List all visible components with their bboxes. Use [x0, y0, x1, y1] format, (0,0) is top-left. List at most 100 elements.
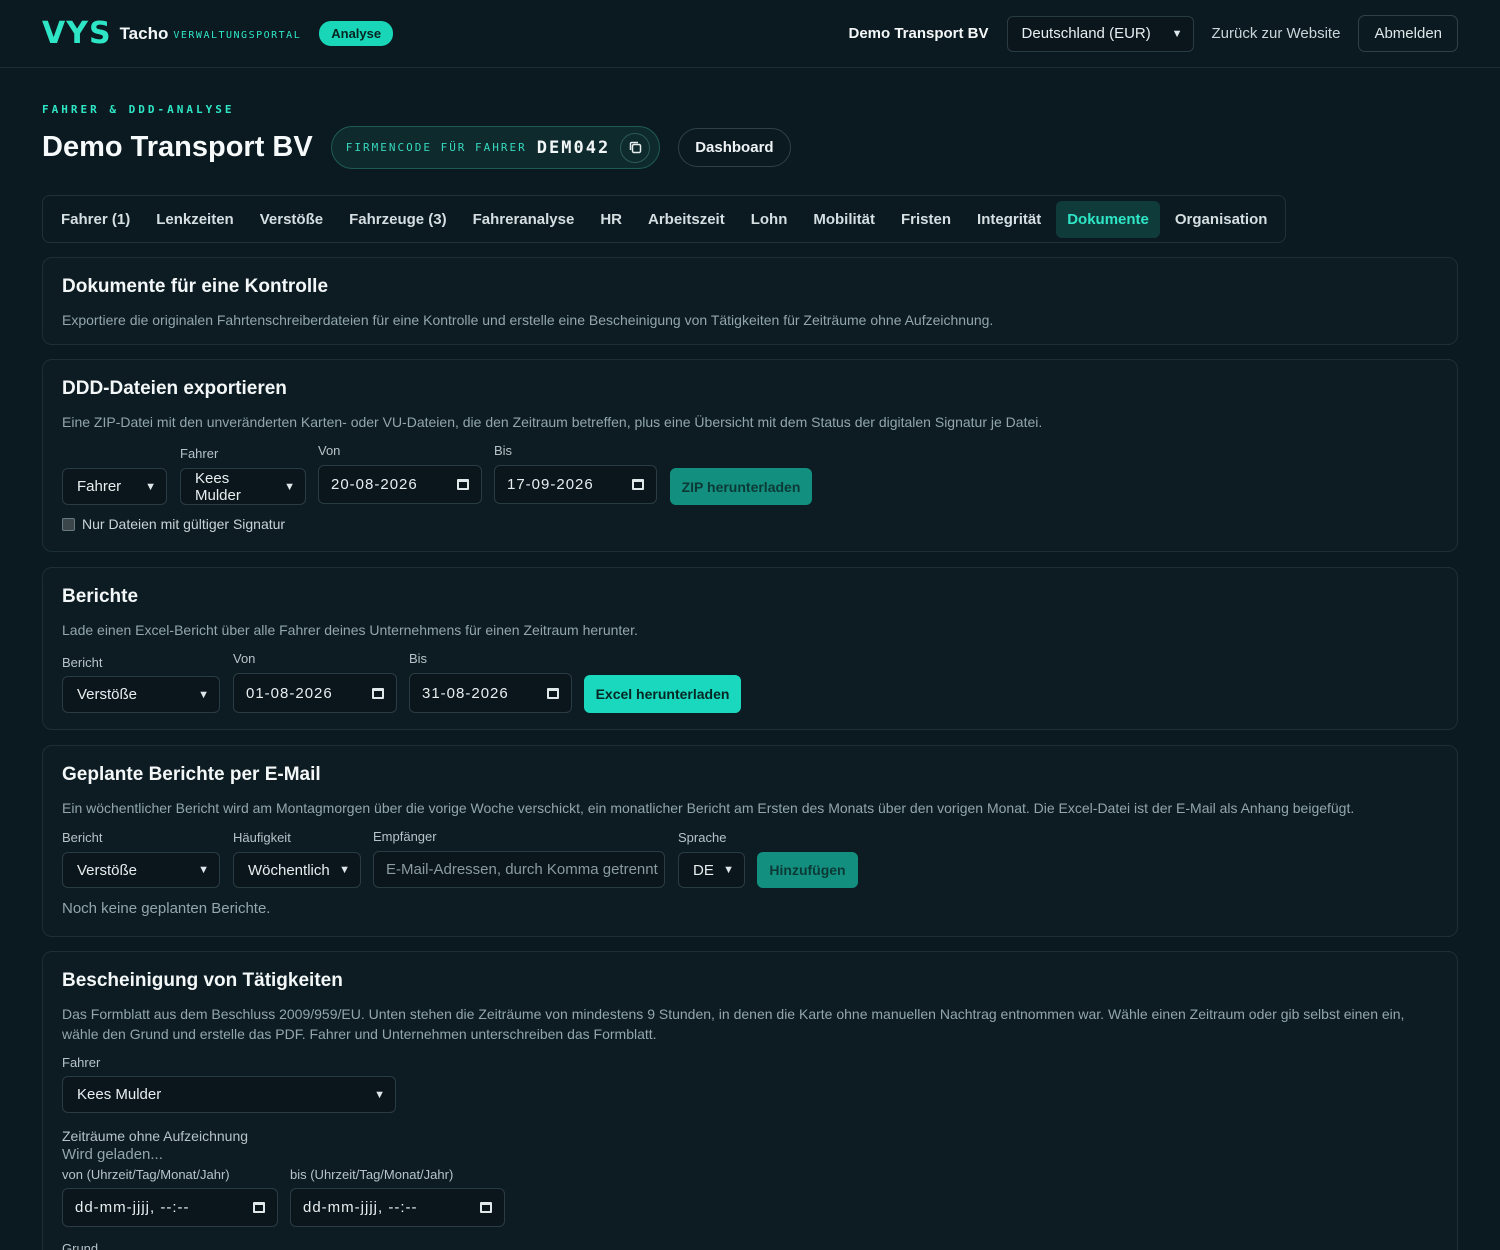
- scheduled-report-select[interactable]: Verstöße ▼: [62, 852, 220, 888]
- tab-verstoesse[interactable]: Verstöße: [249, 201, 334, 238]
- ddd-type-select[interactable]: Fahrer ▼: [62, 468, 167, 505]
- recipients-label: Empfänger: [373, 829, 437, 844]
- tab-fahreranalyse[interactable]: Fahreranalyse: [462, 201, 586, 238]
- report-label: Bericht: [62, 655, 103, 670]
- chevron-down-icon: ▼: [198, 688, 209, 701]
- language-select[interactable]: DE ▼: [678, 852, 745, 888]
- ddd-from-label: Von: [318, 443, 341, 458]
- report-select-value: Verstöße: [77, 686, 138, 703]
- page-eyebrow: FAHRER & DDD-ANALYSE: [42, 103, 235, 116]
- periods-loading-text: Wird geladen...: [62, 1146, 163, 1163]
- chevron-down-icon: ▼: [339, 864, 350, 876]
- back-to-website-link[interactable]: Zurück zur Website: [1212, 25, 1341, 42]
- calendar-icon[interactable]: [480, 1202, 492, 1213]
- certificate-title: Bescheinigung von Tätigkeiten: [62, 970, 343, 991]
- dashboard-button[interactable]: Dashboard: [678, 128, 791, 167]
- logo-subtitle: VERWALTUNGSPORTAL: [173, 29, 302, 41]
- certificate-driver-label: Fahrer: [62, 1055, 101, 1070]
- certificate-driver-select[interactable]: Kees Mulder ▼: [62, 1076, 396, 1113]
- language-value: DE: [693, 861, 714, 879]
- report-from-value: 01-08-2026: [246, 684, 333, 702]
- calendar-icon[interactable]: [372, 687, 384, 699]
- calendar-icon[interactable]: [457, 479, 469, 490]
- zip-download-button[interactable]: ZIP herunterladen: [670, 468, 812, 505]
- chevron-down-icon: ▼: [145, 480, 156, 493]
- ddd-from-date[interactable]: 20-08-2026: [318, 465, 482, 504]
- tab-fahrer[interactable]: Fahrer (1): [50, 201, 141, 238]
- calendar-icon[interactable]: [253, 1202, 265, 1213]
- reports-title: Berichte: [62, 586, 139, 607]
- excel-download-button[interactable]: Excel herunterladen: [584, 675, 741, 713]
- ddd-export-card: DDD-Dateien exportieren Eine ZIP-Datei m…: [42, 359, 1458, 552]
- intro-description: Exportiere die originalen Fahrtenschreib…: [62, 312, 994, 328]
- report-from-date[interactable]: 01-08-2026: [233, 673, 397, 713]
- chevron-down-icon: ▼: [374, 1088, 385, 1101]
- ddd-to-label: Bis: [494, 443, 513, 458]
- scheduled-report-label: Bericht: [62, 830, 103, 845]
- logo-mark: VYS: [42, 16, 112, 51]
- scheduled-reports-card: Geplante Berichte per E-Mail Ein wöchent…: [42, 745, 1458, 937]
- frequency-select[interactable]: Wöchentlich ▼: [233, 852, 361, 888]
- report-to-value: 31-08-2026: [422, 684, 509, 702]
- reason-label: Grund: [62, 1241, 99, 1250]
- chevron-down-icon: ▼: [723, 864, 734, 876]
- recipients-input[interactable]: E-Mail-Adressen, durch Komma getrennt: [373, 851, 665, 888]
- report-to-label: Bis: [409, 651, 428, 666]
- chevron-down-icon: ▼: [1171, 27, 1183, 40]
- ddd-title: DDD-Dateien exportieren: [62, 378, 287, 399]
- cert-to-datetime[interactable]: dd-mm-jjjj, --:--: [290, 1188, 505, 1227]
- scheduled-title: Geplante Berichte per E-Mail: [62, 764, 321, 785]
- logout-button[interactable]: Abmelden: [1358, 15, 1458, 52]
- tab-lohn[interactable]: Lohn: [740, 201, 799, 238]
- intro-title: Dokumente für eine Kontrolle: [62, 276, 329, 297]
- certificate-card: Bescheinigung von Tätigkeiten Das Formbl…: [42, 951, 1458, 1250]
- company-code-chip: FIRMENCODE FÜR FAHRER DEM042: [330, 126, 661, 169]
- tab-fahrzeuge[interactable]: Fahrzeuge (3): [338, 201, 458, 238]
- page-title: Demo Transport BV: [42, 131, 313, 163]
- analyse-badge: Analyse: [319, 21, 394, 46]
- cert-to-label: bis (Uhrzeit/Tag/Monat/Jahr): [290, 1167, 454, 1182]
- cert-from-datetime[interactable]: dd-mm-jjjj, --:--: [62, 1188, 278, 1227]
- tab-integritaet[interactable]: Integrität: [966, 201, 1052, 238]
- tab-arbeitszeit[interactable]: Arbeitszeit: [637, 201, 736, 238]
- tab-mobilitaet[interactable]: Mobilität: [802, 201, 886, 238]
- no-schedules-text: Noch keine geplanten Berichte.: [62, 900, 271, 917]
- cert-from-label: von (Uhrzeit/Tag/Monat/Jahr): [62, 1167, 230, 1182]
- scheduled-description: Ein wöchentlicher Bericht wird am Montag…: [62, 800, 1355, 816]
- cert-to-placeholder: dd-mm-jjjj, --:--: [303, 1199, 418, 1216]
- ddd-driver-value: Kees Mulder: [195, 469, 241, 504]
- copy-icon[interactable]: [620, 132, 651, 163]
- chevron-down-icon: ▼: [284, 480, 295, 493]
- report-select[interactable]: Verstöße ▼: [62, 676, 220, 713]
- add-schedule-button[interactable]: Hinzufügen: [757, 852, 858, 888]
- ddd-to-date[interactable]: 17-09-2026: [494, 465, 657, 504]
- tab-hr[interactable]: HR: [589, 201, 633, 238]
- report-to-date[interactable]: 31-08-2026: [409, 673, 572, 713]
- reports-description: Lade einen Excel-Bericht über alle Fahre…: [62, 622, 638, 638]
- recipients-placeholder: E-Mail-Adressen, durch Komma getrennt: [386, 861, 658, 878]
- certificate-driver-value: Kees Mulder: [77, 1086, 162, 1103]
- frequency-label: Häufigkeit: [233, 830, 291, 845]
- valid-signature-checkbox[interactable]: [62, 518, 75, 531]
- scheduled-report-value: Verstöße: [77, 861, 138, 879]
- region-select-value: Deutschland (EUR): [1021, 25, 1151, 42]
- calendar-icon[interactable]: [547, 687, 559, 699]
- chevron-down-icon: ▼: [198, 864, 209, 876]
- logo[interactable]: VYS Tacho VERWALTUNGSPORTAL Analyse: [42, 16, 394, 51]
- ddd-description: Eine ZIP-Datei mit den unveränderten Kar…: [62, 414, 1043, 430]
- company-name: Demo Transport BV: [848, 25, 989, 42]
- tab-organisation[interactable]: Organisation: [1164, 201, 1279, 238]
- calendar-icon[interactable]: [632, 479, 644, 490]
- report-from-label: Von: [233, 651, 256, 666]
- valid-signature-label: Nur Dateien mit gültiger Signatur: [82, 516, 286, 532]
- ddd-to-value: 17-09-2026: [507, 476, 594, 493]
- tab-dokumente[interactable]: Dokumente: [1056, 200, 1160, 238]
- region-select[interactable]: Deutschland (EUR) ▼: [1006, 15, 1194, 52]
- periods-label: Zeiträume ohne Aufzeichnung: [62, 1128, 249, 1144]
- frequency-value: Wöchentlich: [248, 861, 330, 879]
- tab-bar: Fahrer (1) Lenkzeiten Verstöße Fahrzeuge…: [42, 195, 1287, 243]
- tab-lenkzeiten[interactable]: Lenkzeiten: [145, 201, 245, 238]
- tab-fristen[interactable]: Fristen: [890, 201, 962, 238]
- ddd-driver-select[interactable]: Kees Mulder ▼: [180, 468, 306, 505]
- intro-card: Dokumente für eine Kontrolle Exportiere …: [42, 257, 1458, 345]
